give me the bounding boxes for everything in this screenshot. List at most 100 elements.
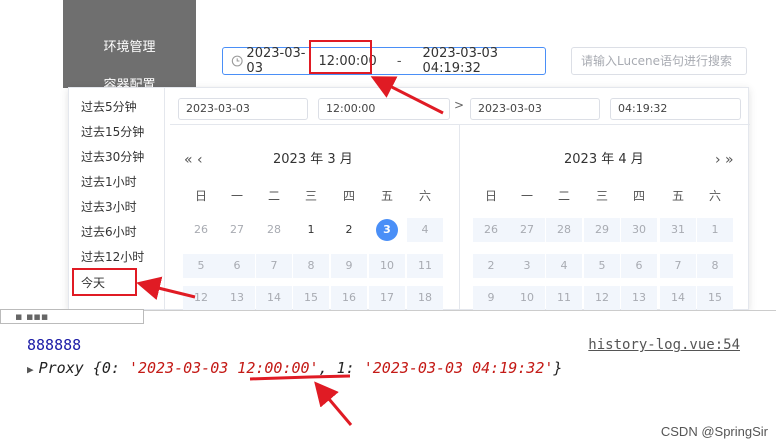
day-cell[interactable]: 8 xyxy=(697,254,733,278)
day-cell[interactable]: 1 xyxy=(293,218,329,242)
day-cell[interactable]: 1 xyxy=(697,218,733,242)
annotation-box-start-time xyxy=(309,40,372,74)
day-cell[interactable]: 7 xyxy=(660,254,696,278)
weekday-label: 六 xyxy=(708,189,721,203)
day-cell[interactable]: 12 xyxy=(183,286,219,310)
prev-year-icon[interactable]: « xyxy=(184,152,192,168)
day-cell[interactable]: 10 xyxy=(509,286,545,310)
day-cell[interactable]: 9 xyxy=(473,286,509,310)
day-cell[interactable]: 8 xyxy=(293,254,329,278)
weekday-label: 四 xyxy=(632,189,645,203)
day-cell[interactable]: 27 xyxy=(219,218,255,242)
shortcut-item[interactable]: 过去15分钟 xyxy=(81,123,144,140)
day-cell[interactable]: 6 xyxy=(219,254,255,278)
day-cell[interactable]: 14 xyxy=(660,286,696,310)
day-cell[interactable]: 17 xyxy=(369,286,405,310)
weekday-label: 日 xyxy=(194,189,207,203)
left-month-title: 2023 年 3 月 xyxy=(273,152,353,167)
proxy-mid: , 1: xyxy=(318,359,364,377)
day-cell-selected[interactable]: 3 xyxy=(369,218,405,242)
weekday-label: 三 xyxy=(595,189,608,203)
day-cell[interactable]: 7 xyxy=(256,254,292,278)
day-cell[interactable]: 28 xyxy=(256,218,292,242)
day-cell[interactable]: 26 xyxy=(473,218,509,242)
proxy-value-0: '2023-03-03 12:00:00' xyxy=(128,359,319,377)
weekday-label: 二 xyxy=(557,189,570,203)
day-cell[interactable]: 6 xyxy=(621,254,657,278)
watermark: CSDN @SpringSir xyxy=(660,424,768,439)
range-separator: - xyxy=(396,53,402,69)
start-time-input[interactable]: 12:00:00 xyxy=(318,98,450,120)
shortcut-item[interactable]: 过去3小时 xyxy=(81,198,137,215)
app-screenshot: 环境管理 容器配置 2023-03-03 12:00:00 - 2023-03-… xyxy=(0,0,776,311)
time-range-input[interactable]: 2023-03-03 12:00:00 - 2023-03-03 04:19:3… xyxy=(222,46,546,76)
divider xyxy=(459,125,460,311)
day-cell[interactable]: 28 xyxy=(546,218,582,242)
day-cell[interactable]: 5 xyxy=(584,254,620,278)
shortcut-item[interactable]: 过去1小时 xyxy=(81,173,137,190)
weekday-label: 一 xyxy=(230,189,243,203)
weekday-label: 五 xyxy=(380,189,393,203)
annotation-box-today xyxy=(72,268,137,296)
shortcut-item[interactable]: 过去6小时 xyxy=(81,223,137,240)
proxy-suffix: } xyxy=(553,359,563,377)
right-month-title: 2023 年 4 月 xyxy=(564,152,644,167)
console-tab-marks: ▪ ▪▪▪ xyxy=(15,310,49,323)
day-cell[interactable]: 4 xyxy=(407,218,443,242)
day-cell[interactable]: 4 xyxy=(546,254,582,278)
shortcut-item[interactable]: 过去30分钟 xyxy=(81,148,144,165)
end-time-input[interactable]: 04:19:32 xyxy=(610,98,741,120)
day-cell[interactable]: 13 xyxy=(621,286,657,310)
prev-month-icon[interactable]: ‹ xyxy=(197,152,202,168)
weekday-label: 五 xyxy=(671,189,684,203)
day-cell[interactable]: 26 xyxy=(183,218,219,242)
weekday-label: 三 xyxy=(304,189,317,203)
day-cell[interactable]: 9 xyxy=(331,254,367,278)
weekday-label: 四 xyxy=(342,189,355,203)
console-proxy-object[interactable]: ▶ Proxy {0: '2023-03-03 12:00:00', 1: '20… xyxy=(27,359,562,377)
end-date-input[interactable]: 2023-03-03 xyxy=(470,98,600,120)
proxy-prefix: Proxy {0: xyxy=(38,359,129,377)
weekday-label: 日 xyxy=(484,189,497,203)
shortcut-item[interactable]: 过去12小时 xyxy=(81,248,144,265)
console-tab[interactable]: ▪ ▪▪▪ xyxy=(0,309,144,324)
range-end: 2023-03-03 04:19:32 xyxy=(422,46,499,76)
day-cell[interactable]: 31 xyxy=(660,218,696,242)
weekday-label: 一 xyxy=(520,189,533,203)
sidebar: 环境管理 容器配置 xyxy=(63,0,196,93)
day-cell[interactable]: 10 xyxy=(369,254,405,278)
start-date-input[interactable]: 2023-03-03 xyxy=(178,98,308,120)
day-cell[interactable]: 30 xyxy=(621,218,657,242)
clock-icon xyxy=(231,55,243,67)
console-source-link[interactable]: history-log.vue:54 xyxy=(588,337,740,353)
expand-triangle-icon[interactable]: ▶ xyxy=(27,363,34,376)
shortcut-item[interactable]: 过去5分钟 xyxy=(81,98,137,115)
devtools-console: ▪ ▪▪▪ 888888 history-log.vue:54 ▶ Proxy {… xyxy=(0,309,776,447)
day-cell[interactable]: 11 xyxy=(407,254,443,278)
range-start-date: 2023-03-03 xyxy=(246,46,306,76)
day-cell[interactable]: 13 xyxy=(219,286,255,310)
console-log-value: 888888 xyxy=(27,336,82,354)
selected-day-label: 3 xyxy=(376,219,398,241)
day-cell[interactable]: 29 xyxy=(584,218,620,242)
day-cell[interactable]: 3 xyxy=(509,254,545,278)
day-cell[interactable]: 2 xyxy=(473,254,509,278)
divider xyxy=(170,124,750,125)
day-cell[interactable]: 15 xyxy=(293,286,329,310)
next-month-icon[interactable]: › xyxy=(715,152,720,168)
sidebar-item-env-manage[interactable]: 环境管理 xyxy=(63,36,196,55)
weekday-label: 二 xyxy=(267,189,280,203)
day-cell[interactable]: 27 xyxy=(509,218,545,242)
day-cell[interactable]: 18 xyxy=(407,286,443,310)
day-cell[interactable]: 16 xyxy=(331,286,367,310)
day-cell[interactable]: 12 xyxy=(584,286,620,310)
day-cell[interactable]: 11 xyxy=(546,286,582,310)
day-cell[interactable]: 14 xyxy=(256,286,292,310)
search-input[interactable]: 请输入Lucene语句进行搜索 xyxy=(571,47,747,75)
day-cell[interactable]: 15 xyxy=(697,286,733,310)
date-range-picker: 过去5分钟 过去15分钟 过去30分钟 过去1小时 过去3小时 过去6小时 过去… xyxy=(68,87,750,311)
day-cell[interactable]: 5 xyxy=(183,254,219,278)
proxy-value-1: '2023-03-03 04:19:32' xyxy=(363,359,554,377)
next-year-icon[interactable]: » xyxy=(725,152,733,168)
day-cell[interactable]: 2 xyxy=(331,218,367,242)
